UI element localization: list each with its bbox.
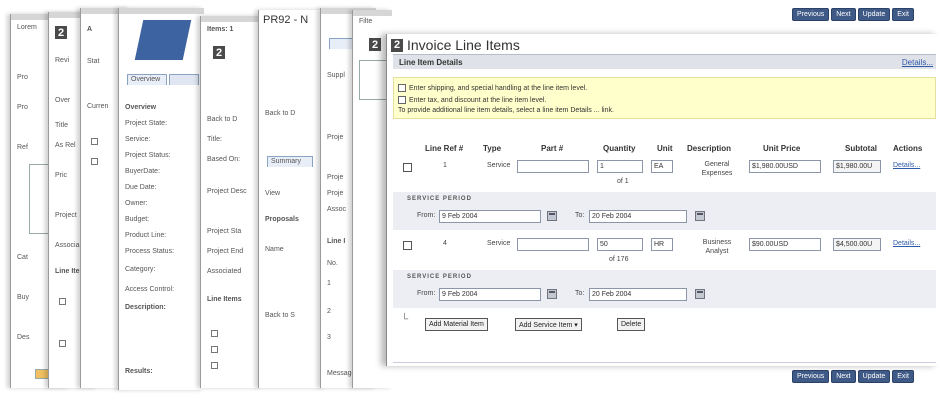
indent-arrow-icon: └ (401, 314, 409, 325)
section-header: Line Item Details Details... (393, 54, 936, 69)
step-badge: 2 (391, 38, 403, 52)
tax-checkbox[interactable] (398, 96, 406, 104)
previous-button-bottom[interactable]: Previous (792, 370, 830, 383)
note-line-2: Enter tax, and discount at the line item… (409, 96, 547, 104)
update-button-bottom[interactable]: Update (857, 370, 891, 383)
next-button-bottom[interactable]: Next (831, 370, 856, 383)
note-line-1: Enter shipping, and special handling at … (409, 84, 588, 92)
row-1-details-link[interactable]: Details... (893, 162, 920, 169)
row-2-part-input[interactable] (517, 238, 589, 251)
row-1-to-label: To: (575, 212, 585, 219)
update-button[interactable]: Update (857, 8, 891, 21)
row-1-description: General Expenses (701, 161, 733, 177)
col-part: Part # (541, 144, 564, 153)
background-card-pr92: PR92 - N Back to D Summary View Proposal… (258, 10, 326, 388)
delete-button[interactable]: Delete (617, 318, 646, 331)
row-1-select-checkbox[interactable] (403, 163, 412, 172)
exit-button-bottom[interactable]: Exit (892, 370, 914, 383)
row-2-ref: 4 (443, 240, 447, 247)
row-1-quantity-input[interactable]: 1 (597, 160, 643, 173)
step-badge-bg: 2 (55, 26, 67, 39)
row-2-quantity-of: of 176 (609, 256, 629, 263)
instruction-note: Enter shipping, and special handling at … (393, 77, 936, 119)
row-2-to-label: To: (575, 290, 585, 297)
row-2-description: Business Analyst (702, 239, 732, 255)
row-1-to-date-input[interactable]: 20 Feb 2004 (589, 210, 687, 223)
col-unit-price: Unit Price (763, 144, 801, 153)
col-unit: Unit (657, 144, 673, 153)
details-link[interactable]: Details... (902, 58, 933, 67)
previous-button[interactable]: Previous (792, 8, 830, 21)
background-card-overview: Overview Overview Project State: Service… (118, 8, 204, 390)
row-2-unit-input[interactable]: HR (651, 238, 673, 251)
row-1-subtotal: $1,980.00U (833, 160, 881, 173)
panel-title: 2 Invoice Line Items (391, 37, 520, 53)
row-1-unit-price-input[interactable]: $1,980.00USD (749, 160, 821, 173)
row-2-type: Service (487, 240, 511, 247)
add-service-item-button[interactable]: Add Service Item ▾ (515, 318, 582, 331)
col-subtotal: Subtotal (845, 144, 877, 153)
row-1-ref: 1 (443, 162, 447, 169)
row-2-select-checkbox[interactable] (403, 241, 412, 250)
row-2-from-date-input[interactable]: 9 Feb 2004 (439, 288, 541, 301)
row-2-quantity-input[interactable]: 50 (597, 238, 643, 251)
col-line-ref: Line Ref # (425, 144, 464, 153)
row-2-from-label: From: (417, 290, 436, 297)
row-2-subtotal: $4,500.00U (833, 238, 881, 251)
row-1-from-label: From: (417, 212, 436, 219)
row-1-period-label: SERVICE PERIOD (407, 196, 472, 202)
row-1-from-calendar-icon[interactable] (547, 211, 557, 221)
row-1-part-input[interactable] (517, 160, 589, 173)
section-title: Line Item Details (399, 58, 463, 67)
top-button-bar: Previous Next Update Exit (792, 8, 914, 21)
row-2-details-link[interactable]: Details... (893, 240, 920, 247)
logo-graphic (134, 20, 192, 60)
shipping-checkbox[interactable] (398, 84, 406, 92)
col-type: Type (483, 144, 502, 153)
bottom-divider (393, 362, 936, 363)
next-button[interactable]: Next (831, 8, 856, 21)
page-title: Invoice Line Items (407, 37, 520, 53)
row-2-to-date-input[interactable]: 20 Feb 2004 (589, 288, 687, 301)
exit-button[interactable]: Exit (892, 8, 914, 21)
row-1-unit-input[interactable]: EA (651, 160, 673, 173)
note-line-3: To provide additional line item details,… (398, 107, 614, 114)
row-1-from-date-input[interactable]: 9 Feb 2004 (439, 210, 541, 223)
col-quantity: Quantity (603, 144, 636, 153)
invoice-line-items-panel: 2 Invoice Line Items Line Item Details D… (386, 34, 939, 366)
col-description: Description (687, 144, 732, 153)
row-2-from-calendar-icon[interactable] (547, 289, 557, 299)
row-2-to-calendar-icon[interactable] (695, 289, 705, 299)
row-1-to-calendar-icon[interactable] (695, 211, 705, 221)
row-2-unit-price-input[interactable]: $90.00USD (749, 238, 821, 251)
background-card-items: Items: 1 2 Back to D Title: Based On: Pr… (200, 16, 262, 388)
row-2-period-label: SERVICE PERIOD (407, 274, 472, 280)
add-material-item-button[interactable]: Add Material Item (425, 318, 488, 331)
row-1-type: Service (487, 162, 511, 169)
bottom-button-bar: Previous Next Update Exit (792, 370, 914, 383)
row-1-quantity-of: of 1 (617, 178, 629, 185)
col-actions: Actions (893, 144, 923, 153)
